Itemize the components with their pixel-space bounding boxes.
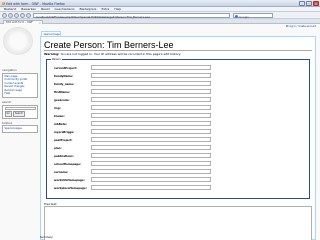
sidebar-item-special-pages[interactable]: Special pages bbox=[5, 127, 36, 131]
navigation-toolbar: localhost/OWF/index.php?title=Special:Ed… bbox=[0, 12, 320, 19]
work-info-homepage-input[interactable] bbox=[91, 177, 211, 182]
form-row: pastProject: bbox=[54, 137, 304, 142]
field-label: mbBeta: bbox=[54, 122, 67, 126]
warning-text: You are not logged in. Your IP address w… bbox=[59, 51, 182, 56]
form-row: workplaceHomepage: bbox=[54, 185, 304, 190]
back-icon[interactable] bbox=[2, 13, 7, 18]
search-button[interactable]: Search bbox=[12, 111, 26, 117]
search-buttons: Go Search bbox=[4, 111, 36, 117]
first-name-input[interactable] bbox=[91, 89, 211, 94]
personal-tools: Log in / create account bbox=[285, 25, 316, 28]
field-label: img: bbox=[54, 106, 61, 110]
geekcode-input[interactable] bbox=[91, 97, 211, 102]
summary-label: Summary: bbox=[40, 236, 54, 239]
field-label: myersBriggs: bbox=[54, 130, 75, 134]
family-name-alt-input[interactable] bbox=[91, 81, 211, 86]
field-label: currentProject: bbox=[54, 66, 78, 70]
toolbox-heading: toolbox bbox=[2, 120, 13, 125]
window-controls: – □ × bbox=[299, 1, 319, 6]
form-row: img: bbox=[54, 105, 304, 110]
form-row: family_name: bbox=[54, 81, 304, 86]
myers-briggs-input[interactable] bbox=[91, 129, 211, 134]
field-label: familyName: bbox=[54, 74, 74, 78]
page-title: Create Person: Tim Berners-Lee bbox=[44, 40, 174, 50]
form-row: currentProject: bbox=[54, 65, 304, 70]
wiki-logo[interactable] bbox=[3, 27, 33, 55]
surname-input[interactable] bbox=[91, 169, 211, 174]
navigation-portlet: Main page Community portal Current event… bbox=[2, 72, 38, 99]
title-divider bbox=[44, 49, 312, 50]
workplace-homepage-input[interactable] bbox=[91, 185, 211, 190]
search-heading: search bbox=[2, 100, 12, 105]
sidebar-item-help[interactable]: Help bbox=[5, 92, 36, 96]
form-row: surname: bbox=[54, 169, 304, 174]
user-icon bbox=[285, 25, 288, 27]
person-fieldset: Person currentProject: familyName: famil… bbox=[46, 58, 310, 199]
form-row: myersBriggs: bbox=[54, 129, 304, 134]
field-label: workplaceHomepage: bbox=[54, 186, 87, 190]
home-icon[interactable] bbox=[26, 13, 31, 18]
go-button[interactable]: Go bbox=[4, 111, 12, 117]
sidebar: navigation Main page Community portal Cu… bbox=[2, 66, 38, 133]
form-row: knows: bbox=[54, 113, 304, 118]
current-project-input[interactable] bbox=[91, 65, 211, 70]
form-row: geekcode: bbox=[54, 97, 304, 102]
img-input[interactable] bbox=[91, 105, 211, 110]
form-row: plan: bbox=[54, 145, 304, 150]
form-row: schoolHomepage: bbox=[54, 161, 304, 166]
form-row: workInfoHomepage: bbox=[54, 177, 304, 182]
field-label: schoolHomepage: bbox=[54, 162, 81, 166]
free-text-area[interactable] bbox=[44, 206, 312, 240]
field-label: firstName: bbox=[54, 90, 70, 94]
wiki-page: Log in / create account special page nav… bbox=[0, 24, 320, 240]
window-titlebar: Edit with form - OWF - Mozilla Firefox –… bbox=[0, 0, 320, 7]
firefox-icon bbox=[1, 1, 5, 5]
school-homepage-input[interactable] bbox=[91, 161, 211, 166]
address-bar[interactable]: localhost/OWF/index.php?title=Special:Ed… bbox=[33, 13, 230, 19]
publications-input[interactable] bbox=[91, 153, 211, 158]
content-area: Create Person: Tim Berners-Lee Warning: … bbox=[40, 36, 316, 240]
field-label: workInfoHomepage: bbox=[54, 178, 85, 182]
field-label: surname: bbox=[54, 170, 69, 174]
field-label: pastProject: bbox=[54, 138, 73, 142]
family-name-input[interactable] bbox=[91, 73, 211, 78]
form-row: mbBeta: bbox=[54, 121, 304, 126]
past-project-input[interactable] bbox=[91, 137, 211, 142]
wiki-search-input[interactable] bbox=[4, 106, 36, 111]
mbbeta-input[interactable] bbox=[91, 121, 211, 126]
fieldset-legend: Person bbox=[51, 58, 62, 61]
forward-icon[interactable] bbox=[8, 13, 13, 18]
google-icon bbox=[235, 15, 238, 18]
close-icon[interactable]: × bbox=[313, 1, 319, 6]
search-bar[interactable]: Google bbox=[233, 13, 273, 19]
navigation-heading: navigation bbox=[2, 68, 17, 72]
knows-input[interactable] bbox=[91, 113, 211, 118]
field-label: knows: bbox=[54, 114, 65, 118]
form-row: familyName: bbox=[54, 73, 304, 78]
field-label: publications: bbox=[54, 154, 74, 158]
toolbox-portlet: Special pages bbox=[2, 125, 38, 133]
field-label: plan: bbox=[54, 146, 62, 150]
plan-input[interactable] bbox=[91, 145, 211, 150]
field-label: geekcode: bbox=[54, 98, 70, 102]
reload-icon[interactable] bbox=[14, 13, 19, 18]
not-logged-in-warning: Warning: You are not logged in. Your IP … bbox=[44, 52, 181, 56]
form-row: publications: bbox=[54, 153, 304, 158]
field-label: family_name: bbox=[54, 82, 75, 86]
maximize-icon[interactable]: □ bbox=[306, 1, 312, 6]
login-link[interactable]: Log in / create account bbox=[289, 25, 316, 28]
form-row: firstName: bbox=[54, 89, 304, 94]
stop-icon[interactable] bbox=[20, 13, 25, 18]
warning-label: Warning: bbox=[44, 51, 60, 56]
minimize-icon[interactable]: – bbox=[299, 1, 305, 6]
search-portlet: Go Search bbox=[2, 104, 38, 119]
window-title: Edit with form - OWF - Mozilla Firefox bbox=[6, 1, 65, 6]
